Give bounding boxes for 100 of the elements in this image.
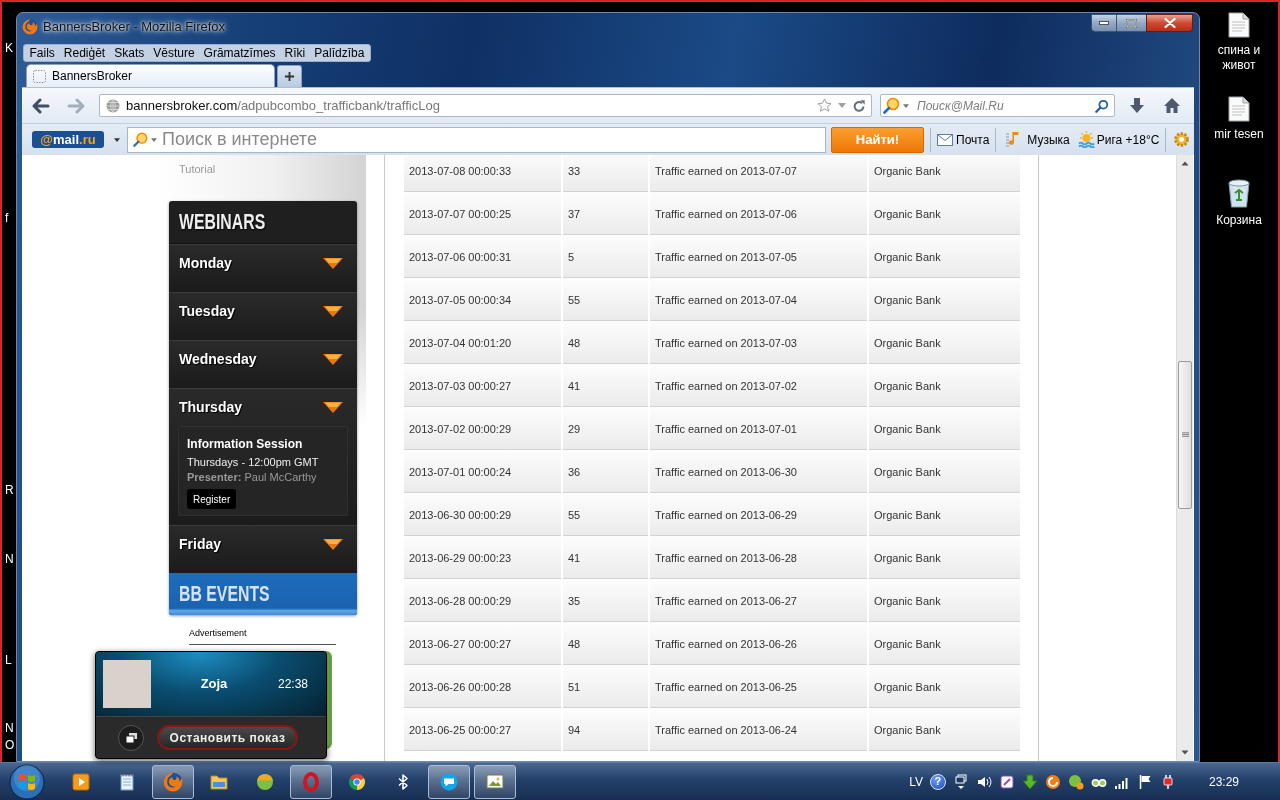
menu-item[interactable]: Palīdzība	[309, 46, 369, 60]
mail-logo[interactable]: @mail.ru	[32, 131, 104, 148]
document-icon	[1228, 96, 1250, 122]
search-engine-icon[interactable]	[133, 131, 149, 148]
table-cell: 2013-07-04 00:01:20	[404, 321, 561, 364]
table-cell: 2013-06-28 00:00:29	[404, 579, 561, 622]
tab[interactable]: BannersBroker	[26, 64, 275, 87]
expand-arrow-icon	[323, 539, 343, 550]
table-cell: Organic Bank	[869, 192, 1020, 235]
desktop-label-fragment: L	[5, 653, 12, 667]
table-cell: Organic Bank	[869, 665, 1020, 708]
menu-item[interactable]: Rediģēt	[59, 46, 110, 60]
browser-icon	[22, 19, 38, 35]
table-cell: 2013-07-07 00:00:25	[404, 192, 561, 235]
download-arrow-icon[interactable]	[1021, 773, 1038, 790]
circular-arrow-icon[interactable]	[1044, 773, 1061, 790]
settings-icon[interactable]	[1173, 131, 1191, 148]
minimize-button[interactable]	[1091, 14, 1117, 32]
desktop-shortcut[interactable]: спина и живот	[1204, 12, 1274, 73]
table-cell: Organic Bank	[869, 579, 1020, 622]
table-cell: Traffic earned on 2013-06-24	[650, 708, 867, 751]
taskbar-button[interactable]	[152, 764, 194, 799]
desktop-shortcut[interactable]: Корзина	[1204, 178, 1274, 228]
search-input[interactable]: Поиск@Mail.Ru	[917, 96, 1095, 115]
menu-item[interactable]: Vēsture	[148, 46, 200, 60]
download-icon[interactable]	[1128, 96, 1146, 115]
table-cell: Traffic earned on 2013-06-30	[650, 450, 867, 493]
table-cell: 36	[563, 450, 648, 493]
language-indicator[interactable]: LV	[909, 772, 923, 791]
table-cell: 2013-06-27 00:00:27	[404, 622, 561, 665]
accordion-header[interactable]: Thursday	[169, 389, 357, 426]
address-field[interactable]: bannersbroker.com/adpubcombo_trafficbank/trafficLog	[99, 94, 872, 117]
reload-icon[interactable]	[852, 98, 866, 113]
search-engine-icon[interactable]	[883, 96, 901, 115]
expand-arrow-icon	[323, 306, 343, 317]
session-presenter: Presenter: Paul McCarthy	[187, 471, 317, 484]
table-cell: Traffic earned on 2013-07-06	[650, 192, 867, 235]
maximize-button[interactable]	[1117, 14, 1146, 32]
popout-button[interactable]	[118, 724, 144, 751]
menu-item[interactable]: Rīki	[280, 46, 310, 60]
picture-icon	[485, 771, 505, 792]
desktop-label-fragment: K	[5, 41, 13, 55]
accordion-header[interactable]: Friday	[169, 526, 357, 563]
desktop-label-fragment: N	[5, 721, 14, 735]
accordion-header[interactable]: Monday	[169, 245, 357, 282]
ball-badge-icon[interactable]	[1067, 773, 1084, 790]
ball-icon[interactable]	[255, 771, 275, 792]
document-icon	[1228, 12, 1250, 38]
notebook-icon[interactable]	[998, 773, 1015, 790]
table-cell: 2013-06-25 00:00:27	[404, 708, 561, 751]
new-tab-button[interactable]	[277, 65, 302, 87]
play-icon[interactable]	[71, 771, 91, 792]
scrollbar[interactable]	[1176, 155, 1193, 761]
start-button-icon[interactable]	[9, 763, 45, 800]
table-cell: Traffic earned on 2013-06-26	[650, 622, 867, 665]
notepad-icon[interactable]	[117, 771, 137, 792]
menu-item[interactable]: Fails	[25, 46, 60, 60]
accordion-header[interactable]: Wednesday	[169, 341, 357, 378]
table-cell: 5	[563, 235, 648, 278]
arrow-left-icon[interactable]	[32, 97, 50, 114]
table-cell: Organic Bank	[869, 407, 1020, 450]
table-cell: Traffic earned on 2013-06-25	[650, 665, 867, 708]
caret-icon[interactable]	[114, 137, 120, 142]
table-cell: 2013-07-03 00:00:27	[404, 364, 561, 407]
register-button[interactable]: Register	[187, 489, 237, 509]
table-cell: 51	[563, 665, 648, 708]
toolbar-link[interactable]: Музыка	[1005, 130, 1070, 149]
toolbar-link[interactable]: Рига +18°C	[1077, 130, 1160, 149]
menu-item[interactable]: Skats	[109, 46, 149, 60]
round-logo-icon[interactable]	[347, 771, 367, 792]
caret-icon[interactable]	[903, 103, 909, 108]
help-icon[interactable]: ?	[929, 773, 946, 790]
desktop-shortcut[interactable]: mir tesen	[1204, 96, 1274, 142]
window-caret-icon[interactable]	[952, 773, 969, 790]
caret-icon[interactable]	[151, 137, 157, 142]
table-cell: Traffic earned on 2013-07-01	[650, 407, 867, 450]
taskbar-button[interactable]	[474, 764, 516, 799]
stop-sharing-button[interactable]: Остановить показ	[157, 725, 298, 750]
search-field[interactable]: Поиск@Mail.Ru	[880, 94, 1115, 117]
bluetooth-icon[interactable]	[397, 772, 409, 791]
sun-icon	[1077, 131, 1095, 148]
taskbar-button[interactable]	[290, 764, 332, 799]
table-cell: 2013-07-05 00:00:34	[404, 278, 561, 321]
toolbar-link[interactable]: Почта	[937, 130, 990, 149]
clock[interactable]: 23:29	[1208, 772, 1239, 791]
menu-item[interactable]: Grāmatzīmes	[199, 46, 281, 60]
desktop-label-fragment: f	[5, 211, 9, 225]
table-cell: Traffic earned on 2013-06-28	[650, 536, 867, 579]
home-icon[interactable]	[1163, 97, 1181, 114]
taskbar-button[interactable]	[428, 764, 470, 799]
events-header[interactable]: BB EVENTS	[169, 573, 357, 615]
close-button[interactable]	[1146, 14, 1193, 32]
maximize-icon	[1126, 18, 1137, 28]
star-icon[interactable]	[817, 98, 832, 113]
accordion-header[interactable]: Tuesday	[169, 293, 357, 330]
webinars-heading: WEBINARS	[179, 210, 266, 234]
search-icon[interactable]	[1095, 98, 1109, 113]
desktop-label-fragment: R	[5, 483, 14, 497]
scrollbar-thumb[interactable]	[1178, 361, 1192, 509]
table-cell: 94	[563, 708, 648, 751]
